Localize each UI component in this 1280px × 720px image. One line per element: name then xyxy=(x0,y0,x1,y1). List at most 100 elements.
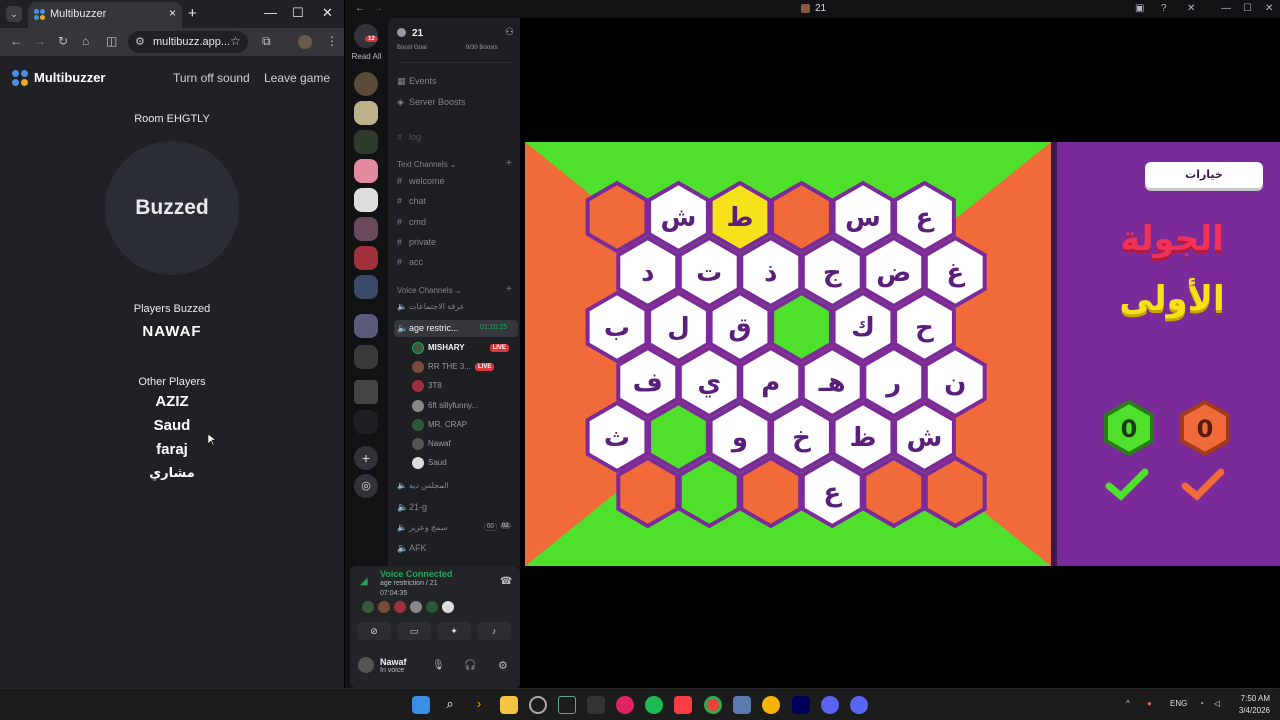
maximize-icon[interactable]: ☐ xyxy=(292,5,304,21)
text-channels-category[interactable]: Text Channels ⌄ xyxy=(397,160,457,169)
tab-close-icon[interactable]: × xyxy=(169,6,176,20)
voice-channels-category[interactable]: Voice Channels ⌄ xyxy=(397,286,462,295)
add-channel-icon[interactable]: + xyxy=(506,158,512,169)
volume-icon[interactable]: ◁ xyxy=(1214,699,1220,708)
events-item[interactable]: ▦ Events xyxy=(397,76,437,87)
server-name[interactable]: 21 xyxy=(412,28,423,39)
voice-user[interactable]: MR. CRAP xyxy=(412,419,467,431)
maximize-icon[interactable]: ☐ xyxy=(1243,3,1252,14)
voice-channel-item[interactable]: 🔈 المجلس ديه xyxy=(397,481,449,490)
voice-channel-item[interactable]: 🔈AFK xyxy=(397,543,427,554)
extensions-icon[interactable]: ⧉ xyxy=(262,34,271,49)
search-icon[interactable]: ⌕ xyxy=(441,696,459,714)
forward-icon[interactable]: → xyxy=(34,34,46,48)
soundboard-button[interactable]: ♪ xyxy=(477,622,511,640)
back-icon[interactable]: ← xyxy=(10,34,22,48)
voice-channel-item[interactable]: 🔈 غرفة الاجتماعات xyxy=(397,302,464,311)
server-icon[interactable] xyxy=(354,188,378,212)
server-folder-icon[interactable] xyxy=(354,410,378,434)
forward-arrow-icon[interactable]: → xyxy=(373,3,383,14)
add-server-icon[interactable]: + xyxy=(354,446,378,470)
close-window-icon[interactable]: ✕ xyxy=(322,5,333,21)
menu-kebab-icon[interactable]: ⋮ xyxy=(326,34,338,48)
channel-item[interactable]: # cmd xyxy=(397,217,426,227)
minimize-icon[interactable]: — xyxy=(1221,3,1231,14)
headphones-icon[interactable]: 🎧 xyxy=(464,660,476,671)
disconnect-icon[interactable]: ☎ xyxy=(500,576,512,587)
back-arrow-icon[interactable]: ← xyxy=(355,3,365,14)
settings-gear-icon[interactable]: ⚙ xyxy=(498,659,508,672)
server-icon[interactable] xyxy=(354,101,378,125)
server-icon[interactable] xyxy=(354,159,378,183)
server-icon[interactable] xyxy=(354,217,378,241)
channel-log[interactable]: # log xyxy=(397,132,421,142)
site-info-icon[interactable]: ⚙ xyxy=(135,35,145,48)
camera-off-button[interactable]: ⊘ xyxy=(357,622,391,640)
close-window-icon[interactable]: ✕ xyxy=(1265,3,1273,14)
bookmark-star-icon[interactable]: ☆ xyxy=(230,34,241,48)
inbox-icon[interactable]: ▣ xyxy=(1135,3,1144,14)
server-folder-icon[interactable] xyxy=(354,380,378,404)
voice-channel-item[interactable]: 🔈21-g xyxy=(397,502,427,513)
new-tab-button[interactable]: + xyxy=(188,5,197,22)
app-icon[interactable] xyxy=(733,696,751,714)
activities-button[interactable]: ✦ xyxy=(437,622,471,640)
app-icon[interactable] xyxy=(762,696,780,714)
media-player-icon[interactable] xyxy=(616,696,634,714)
server-folder-icon[interactable] xyxy=(354,345,378,369)
app-icon[interactable] xyxy=(558,696,576,714)
discover-icon[interactable]: ◎ xyxy=(354,474,378,498)
home-icon[interactable]: ⌂ xyxy=(82,34,89,48)
voice-user[interactable]: Saud xyxy=(412,457,447,469)
server-boosts-item[interactable]: ◈ Server Boosts xyxy=(397,97,466,108)
read-all-button[interactable]: Read All xyxy=(345,52,388,61)
voice-user[interactable]: RR THE 3... LIVE xyxy=(412,361,495,373)
tab-search-button[interactable]: ⌄ xyxy=(6,6,22,22)
language-indicator[interactable]: ENG xyxy=(1170,699,1187,708)
split-view-icon[interactable]: ◫ xyxy=(106,34,117,48)
voice-location[interactable]: age restriction / 21 xyxy=(380,580,438,587)
options-button[interactable]: خيارات xyxy=(1145,162,1263,188)
tools-icon[interactable]: ✕ xyxy=(1187,3,1195,14)
channel-item[interactable]: # chat xyxy=(397,196,426,206)
microphone-in-use-icon[interactable]: ● xyxy=(1147,699,1152,708)
server-folder-icon[interactable] xyxy=(354,246,378,270)
microphone-icon[interactable]: 🎙 xyxy=(432,660,445,671)
start-icon[interactable] xyxy=(412,696,430,714)
chrome-icon[interactable] xyxy=(704,696,722,714)
reload-icon[interactable]: ↻ xyxy=(58,34,68,48)
tray-chevron-icon[interactable]: ^ xyxy=(1126,699,1130,708)
voice-user[interactable]: Nawaf xyxy=(412,438,451,450)
voice-channel-item[interactable]: 🔈 سمج وعزيز xyxy=(397,523,447,532)
apple-music-icon[interactable] xyxy=(674,696,692,714)
wifi-icon[interactable]: ◔ xyxy=(1199,699,1204,708)
voice-user[interactable]: 3T8 xyxy=(412,380,442,392)
help-icon[interactable]: ? xyxy=(1161,3,1167,14)
my-username[interactable]: Nawaf xyxy=(380,657,407,667)
tab-multibuzzer[interactable]: Multibuzzer × xyxy=(28,2,182,28)
app-icon[interactable] xyxy=(587,696,605,714)
voice-user[interactable]: 6ft sillyfunny... xyxy=(412,400,478,412)
leave-game-link[interactable]: Leave game xyxy=(264,71,330,85)
channel-item[interactable]: # welcome xyxy=(397,176,445,186)
channel-item[interactable]: # acc xyxy=(397,257,423,267)
voice-user[interactable]: MISHARY LIVE xyxy=(412,342,509,354)
turn-off-sound-link[interactable]: Turn off sound xyxy=(173,71,250,85)
channel-item[interactable]: # private xyxy=(397,237,436,247)
server-icon[interactable] xyxy=(354,314,378,338)
server-icon[interactable] xyxy=(354,130,378,154)
add-channel-icon[interactable]: + xyxy=(506,284,512,295)
app-icon[interactable] xyxy=(529,696,547,714)
spotify-icon[interactable] xyxy=(645,696,663,714)
taskbar-clock[interactable]: 7:50 AM 3/4/2026 xyxy=(1234,693,1270,717)
after-effects-icon[interactable] xyxy=(792,696,810,714)
server-folder-icon[interactable] xyxy=(354,275,378,299)
my-avatar[interactable] xyxy=(358,657,374,673)
invite-icon[interactable]: ⚇ xyxy=(505,27,514,38)
profile-avatar[interactable] xyxy=(298,35,312,49)
discord-icon[interactable] xyxy=(850,696,868,714)
plex-icon[interactable]: › xyxy=(470,696,488,714)
server-icon[interactable] xyxy=(354,72,378,96)
minimize-icon[interactable]: — xyxy=(264,5,277,20)
file-explorer-icon[interactable] xyxy=(500,696,518,714)
